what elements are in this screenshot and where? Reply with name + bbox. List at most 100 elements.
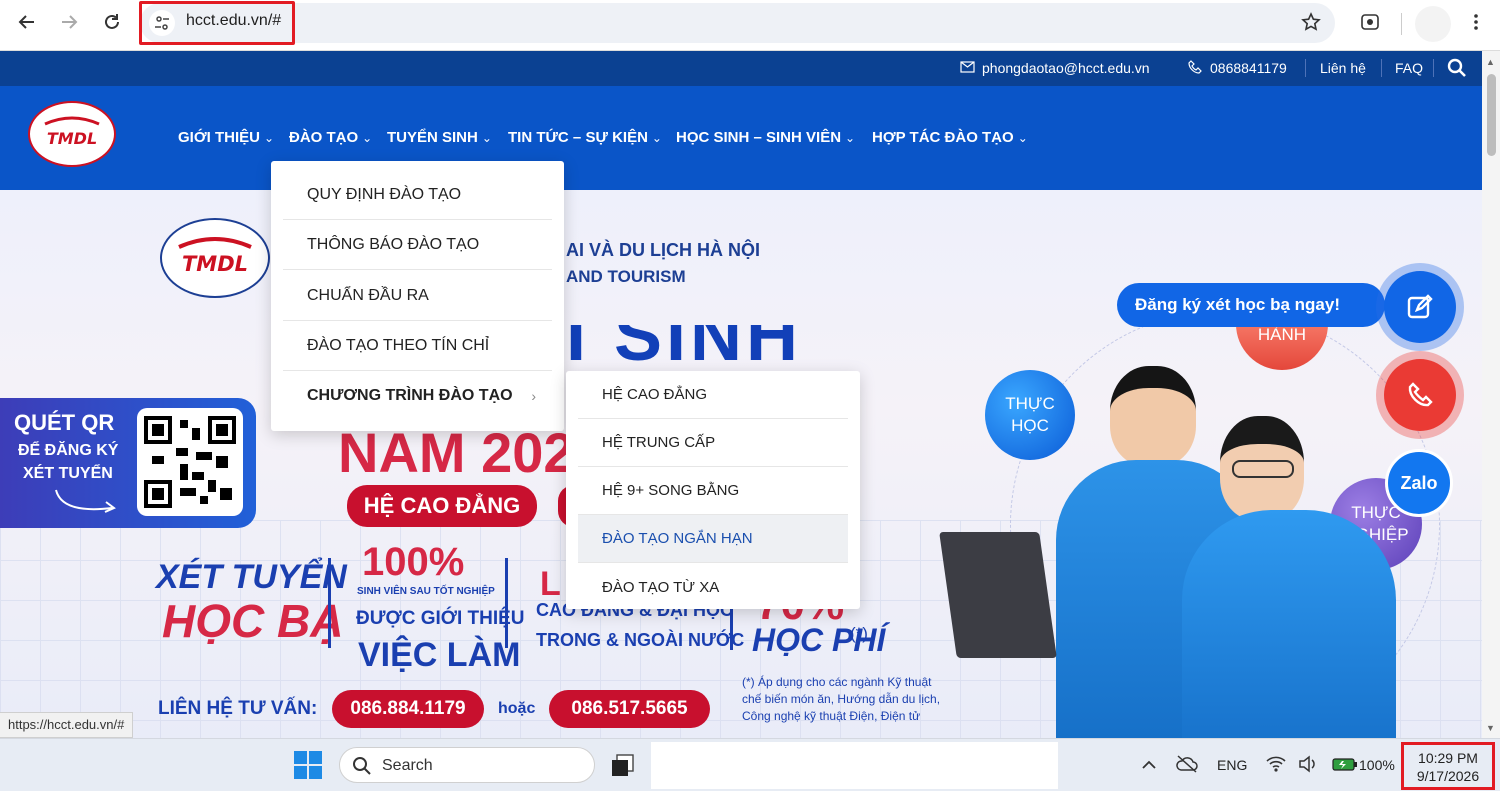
page-scrollbar[interactable]: ▲ ▼	[1482, 51, 1500, 738]
svg-text:TMDL: TMDL	[182, 252, 248, 276]
site-logo[interactable]: TMDL	[28, 101, 116, 167]
mail-icon	[960, 60, 975, 76]
hoc-ba-label: HỌC BẠ	[162, 595, 344, 647]
nav-item-tin-tuc[interactable]: TIN TỨC – SỰ KIỆN ⌄	[508, 129, 662, 146]
battery-percent: 100%	[1359, 757, 1395, 773]
battery-icon[interactable]	[1332, 756, 1358, 777]
phone-link[interactable]: 0868841179	[1210, 60, 1287, 76]
chevron-down-icon: ⌄	[263, 131, 275, 145]
forward-arrow-icon	[62, 15, 78, 29]
nav-item-hoc-sinh[interactable]: HỌC SINH – SINH VIÊN ⌄	[676, 129, 855, 146]
xet-tuyen-label: XÉT TUYỂN	[156, 558, 347, 596]
viec-lam: VIỆC LÀM	[358, 636, 521, 674]
qr-text-3: XÉT TUYỂN	[23, 465, 113, 482]
lien-thong-line2: TRONG & NGOÀI NƯỚC	[536, 630, 745, 650]
scroll-up-arrow-icon: ▲	[1486, 57, 1495, 67]
star-icon	[1301, 12, 1321, 31]
chevron-down-icon: ⌄	[362, 131, 373, 145]
taskbar-app-area	[651, 742, 1058, 789]
hero-logo: TMDL	[160, 218, 270, 298]
submenu-item-trung-cap[interactable]: HỆ TRUNG CẤP	[578, 419, 848, 467]
hoc-phi-note: (*)	[850, 624, 868, 643]
url-highlight-box	[139, 1, 295, 45]
school-name-line1: AI VÀ DU LỊCH HÀ NỘI	[566, 240, 761, 260]
volume-icon[interactable]	[1298, 755, 1318, 778]
search-placeholder: Search	[382, 757, 433, 774]
back-button[interactable]	[12, 7, 42, 37]
back-arrow-icon	[18, 15, 34, 29]
wifi-icon[interactable]	[1266, 755, 1286, 778]
chevron-down-icon: ⌄	[845, 131, 856, 145]
bookmark-star-button[interactable]	[1296, 7, 1326, 37]
windows-start-icon[interactable]	[294, 751, 322, 784]
taskbar-time: 10:29 PM	[1418, 750, 1478, 766]
dao-tao-dropdown: QUY ĐỊNH ĐÀO TẠO THÔNG BÁO ĐÀO TẠO CHUẨN…	[271, 161, 564, 431]
search-icon[interactable]	[1447, 58, 1467, 81]
nav-item-gioi-thieu[interactable]: GIỚI THIỆU ⌄	[178, 129, 274, 146]
edit-form-button[interactable]	[1384, 271, 1456, 343]
cloud-offline-icon[interactable]	[1176, 755, 1198, 778]
contact-link[interactable]: Liên hệ	[1320, 60, 1366, 76]
dropdown-item-chuan-dau-ra[interactable]: CHUẨN ĐẦU RA	[283, 271, 552, 321]
chevron-down-icon: ⌄	[651, 131, 662, 145]
phone-pill-2[interactable]: 086.517.5665	[549, 690, 710, 728]
nav-item-tuyen-sinh[interactable]: TUYỂN SINH ⌄	[387, 129, 492, 146]
windows-taskbar: Search ENG 100% 10:29 PM 9/17/2026	[0, 738, 1500, 791]
lens-icon	[1361, 14, 1379, 30]
zalo-button[interactable]: Zalo	[1385, 449, 1453, 517]
dropdown-item-thong-bao[interactable]: THÔNG BÁO ĐÀO TẠO	[283, 220, 552, 270]
profile-avatar[interactable]	[1415, 6, 1451, 42]
submenu-item-tu-xa[interactable]: ĐÀO TẠO TỪ XA	[578, 563, 848, 611]
nav-item-hop-tac[interactable]: HỢP TÁC ĐÀO TẠO ⌄	[872, 129, 1028, 146]
sv-sau-tn: SINH VIÊN SAU TỐT NGHIỆP	[357, 586, 495, 597]
reload-icon	[105, 14, 119, 29]
taskbar-date: 9/17/2026	[1416, 768, 1480, 784]
dropdown-item-quy-dinh[interactable]: QUY ĐỊNH ĐÀO TẠO	[283, 170, 552, 220]
forward-button[interactable]	[54, 7, 84, 37]
show-hidden-icons-chevron-icon[interactable]	[1141, 757, 1157, 775]
chevron-down-icon: ⌄	[481, 131, 492, 145]
search-icon	[353, 757, 371, 775]
status-bar-url: https://hcct.edu.vn/#	[0, 712, 134, 738]
svg-text:TMDL: TMDL	[47, 129, 97, 148]
register-tooltip[interactable]: Đăng ký xét học bạ ngay!	[1117, 283, 1385, 327]
school-name-line2: AND TOURISM	[566, 267, 686, 286]
student-boy-head	[1110, 366, 1196, 466]
submenu-item-song-bang[interactable]: HỆ 9+ SONG BẰNG	[578, 467, 848, 515]
language-indicator[interactable]: ENG	[1217, 757, 1247, 773]
dropdown-item-chuong-trinh[interactable]: CHƯƠNG TRÌNH ĐÀO TẠO ›	[283, 371, 552, 421]
email-link[interactable]: phongdaotao@hcct.edu.vn	[982, 60, 1150, 76]
chevron-down-icon: ⌄	[1017, 131, 1028, 145]
qr-code[interactable]	[137, 408, 243, 516]
footnote: (*) Áp dụng cho các ngành Kỹ thuật chế b…	[742, 675, 941, 723]
lien-he-tu-van-label: LIÊN HỆ TƯ VẤN:	[158, 698, 318, 719]
clock-highlight-box[interactable]: 10:29 PM 9/17/2026	[1401, 742, 1495, 790]
reload-button[interactable]	[97, 7, 127, 37]
taskbar-search[interactable]: Search	[339, 747, 595, 783]
qr-text-1: QUÉT QR	[14, 410, 115, 435]
edit-icon	[1407, 294, 1433, 319]
he-cao-dang-pill: HỆ CAO ĐẲNG	[347, 485, 537, 527]
task-view-icon[interactable]	[611, 753, 635, 777]
faq-link[interactable]: FAQ	[1395, 60, 1423, 76]
dropdown-item-tin-chi[interactable]: ĐÀO TẠO THEO TÍN CHỈ	[283, 321, 552, 371]
laptop	[939, 532, 1057, 658]
submenu-item-ngan-han[interactable]: ĐÀO TẠO NGẮN HẠN	[578, 515, 848, 563]
bubble-thuc-hoc: THỰC HỌC	[985, 370, 1075, 460]
phone-pill-1[interactable]: 086.884.1179	[332, 690, 484, 728]
qr-text-2: ĐỂ ĐĂNG KÝ	[18, 442, 119, 459]
lens-button[interactable]	[1355, 7, 1385, 37]
browser-toolbar: hcct.edu.vn/#	[0, 0, 1500, 51]
scrollbar-thumb[interactable]	[1487, 74, 1496, 156]
nav-item-dao-tao[interactable]: ĐÀO TẠO ⌄	[289, 129, 372, 146]
glasses	[1232, 460, 1294, 478]
phone-icon	[1408, 382, 1433, 407]
student-girl-shirt	[1182, 510, 1396, 738]
phone-icon	[1188, 60, 1202, 77]
submenu-item-cao-dang[interactable]: HỆ CAO ĐẲNG	[578, 371, 848, 419]
site-topbar: phongdaotao@hcct.edu.vn 0868841179 Liên …	[0, 51, 1482, 86]
call-button[interactable]	[1384, 359, 1456, 431]
address-bar[interactable]	[140, 3, 1335, 43]
pct-100: 100%	[362, 540, 465, 584]
browser-menu-button[interactable]	[1461, 7, 1491, 37]
